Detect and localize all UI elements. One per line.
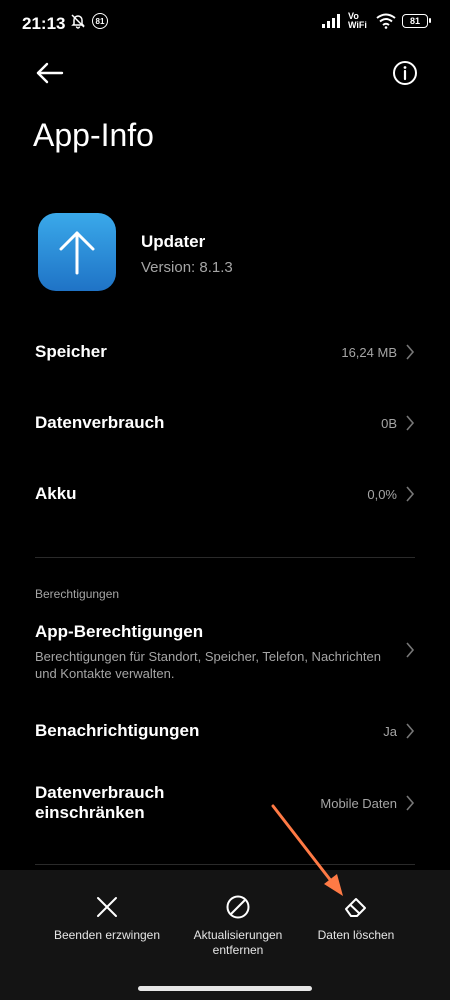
bottom-divider (35, 864, 415, 865)
data-usage-row[interactable]: Datenverbrauch 0B (35, 413, 415, 433)
top-bar (0, 55, 450, 95)
section-divider (35, 557, 415, 558)
battery-row[interactable]: Akku 0,0% (35, 484, 415, 504)
vowifi-bottom-text: WiFi (348, 20, 367, 30)
battery-indicator: 81 (402, 14, 431, 28)
chevron-right-icon (406, 723, 415, 739)
restrict-data-row[interactable]: Datenverbrauch einschränken Mobile Daten (35, 783, 415, 823)
storage-value: 16,24 MB (341, 344, 397, 360)
info-icon[interactable] (392, 60, 418, 86)
uninstall-updates-button[interactable]: Aktualisierungen entfernen (178, 894, 298, 958)
block-icon (226, 895, 250, 919)
arrow-up-icon (59, 231, 95, 275)
app-permissions-description: Berechtigungen für Standort, Speicher, T… (35, 649, 381, 681)
app-version: Version: 8.1.3 (141, 259, 233, 276)
clear-data-label: Daten löschen (317, 928, 395, 942)
vowifi-indicator: Vo WiFi (348, 12, 370, 30)
chevron-right-icon (406, 486, 415, 502)
chevron-right-icon (406, 344, 415, 360)
storage-row[interactable]: Speicher 16,24 MB (35, 342, 415, 362)
battery-label: Akku (35, 484, 77, 503)
notification-count-badge: 81 (92, 13, 108, 29)
notifications-label: Benachrichtigungen (35, 721, 200, 740)
app-icon (38, 213, 116, 291)
page-title: App-Info (33, 117, 154, 153)
uninstall-updates-label: Aktualisierungen entfernen (178, 928, 298, 958)
restrict-data-label-line1: Datenverbrauch (35, 783, 165, 802)
uninstall-updates-label-line1: Aktualisierungen (193, 928, 283, 942)
data-usage-label: Datenverbrauch (35, 413, 165, 432)
chevron-right-icon (406, 415, 415, 431)
bottom-action-bar: Beenden erzwingen Aktualisierungen entfe… (0, 870, 450, 1000)
battery-value: 0,0% (367, 486, 397, 502)
restrict-data-value: Mobile Daten (320, 795, 397, 811)
app-permissions-label: App-Berechtigungen (35, 622, 204, 641)
data-usage-value: 0B (381, 415, 397, 431)
app-name: Updater (141, 232, 206, 251)
notifications-value: Ja (383, 723, 397, 739)
app-permissions-row[interactable]: App-Berechtigungen Berechtigungen für St… (35, 622, 415, 682)
storage-label: Speicher (35, 342, 107, 361)
restrict-data-label: Datenverbrauch einschränken (35, 783, 164, 823)
permissions-section-heading: Berechtigungen (35, 587, 120, 601)
signal-icon (322, 14, 340, 28)
force-stop-label: Beenden erzwingen (53, 928, 161, 942)
uninstall-updates-label-line2: entfernen (212, 943, 264, 957)
eraser-icon (345, 898, 366, 917)
home-indicator[interactable] (138, 986, 312, 991)
force-stop-button[interactable]: Beenden erzwingen (47, 894, 167, 943)
status-bar: 21:13 81 Vo WiFi 81 (0, 0, 450, 46)
chevron-right-icon (406, 795, 415, 811)
close-icon (97, 897, 117, 917)
back-arrow-icon[interactable] (34, 57, 66, 89)
restrict-data-label-line2: einschränken (35, 803, 145, 822)
status-time: 21:13 (22, 14, 66, 33)
wifi-icon (376, 13, 396, 29)
chevron-right-icon (406, 642, 415, 658)
bell-muted-icon (71, 14, 85, 29)
clear-data-button[interactable]: Daten löschen (296, 894, 416, 943)
notifications-row[interactable]: Benachrichtigungen Ja (35, 721, 415, 741)
